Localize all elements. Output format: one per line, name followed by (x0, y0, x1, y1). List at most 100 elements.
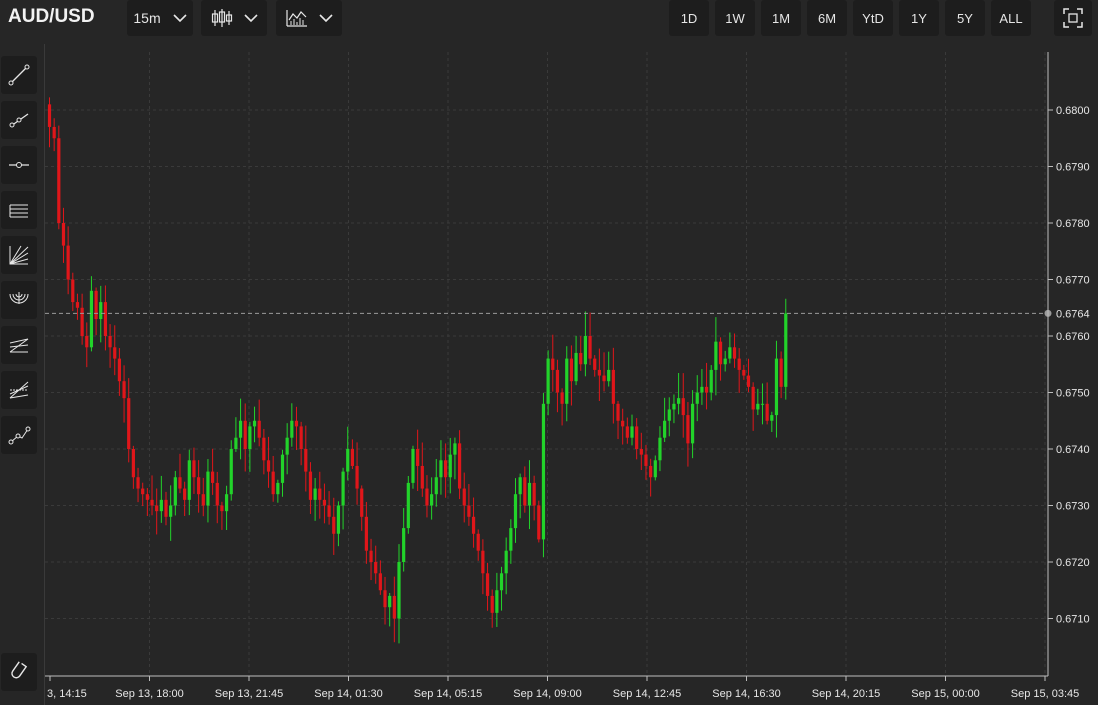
candle-body (499, 573, 504, 591)
candle-body (131, 449, 135, 478)
candle (280, 449, 285, 497)
range-1y-button[interactable]: 1Y (899, 0, 939, 36)
candle-body (336, 505, 341, 534)
candle-body (565, 358, 569, 404)
candle (551, 334, 555, 392)
candle (155, 488, 159, 535)
fullscreen-button[interactable] (1054, 0, 1092, 36)
candle (187, 449, 191, 516)
tool-parallel-channel[interactable] (1, 191, 37, 229)
candle (481, 539, 485, 595)
candle (411, 445, 415, 489)
y-tick-label: 0.6760 (1056, 331, 1090, 343)
candle (499, 566, 504, 611)
candle-body (113, 347, 117, 359)
candle (569, 345, 574, 406)
candle-body (667, 409, 671, 421)
x-tick-label: Sep 15, 03:45 (1011, 688, 1080, 700)
candle-body (537, 505, 541, 540)
tool-polyline[interactable] (1, 416, 37, 454)
candle-body (52, 126, 56, 139)
candle (266, 436, 271, 488)
candle-body (551, 358, 555, 370)
tool-fib-retracement[interactable] (1, 326, 37, 364)
price-chart[interactable]: 0.6800 0.6790 0.6780 0.6770 0.6760 0.6750 0.67… (0, 0, 1098, 705)
candle (760, 383, 765, 425)
candle (141, 482, 145, 507)
y-tick-label: 0.6790 (1056, 162, 1090, 174)
candle (495, 572, 499, 627)
chart-type-dropdown[interactable] (201, 0, 267, 36)
candle-body (420, 465, 424, 489)
candle (704, 362, 709, 410)
candle-body (187, 460, 191, 500)
magnet-button[interactable] (1, 653, 37, 691)
candle-body (653, 460, 657, 478)
tool-arc[interactable] (1, 281, 37, 319)
candle (150, 475, 154, 516)
fullscreen-icon (1063, 8, 1083, 28)
candle-body (392, 595, 396, 619)
candle-body (201, 494, 205, 506)
candle-body (388, 595, 392, 608)
tool-ray[interactable] (1, 101, 37, 139)
range-1d-button[interactable]: 1D (669, 0, 709, 36)
candle (621, 408, 625, 445)
candle (173, 470, 177, 516)
candle (248, 421, 252, 472)
tool-horizontal-line[interactable] (1, 146, 37, 184)
candle (108, 324, 112, 368)
range-6m-button[interactable]: 6M (807, 0, 847, 36)
candle (658, 426, 662, 472)
range-all-button[interactable]: ALL (991, 0, 1031, 36)
candle (164, 491, 168, 526)
candle-body (513, 494, 518, 529)
candle-body (430, 494, 434, 506)
candle-body (485, 573, 490, 596)
symbol-title: AUD/USD (8, 6, 95, 27)
candle (723, 350, 727, 372)
candle (616, 400, 620, 440)
trend-line-icon (8, 64, 30, 86)
candle-body (569, 358, 574, 382)
candle (327, 491, 331, 525)
candle (355, 442, 359, 505)
candle (779, 351, 783, 399)
candle-body (649, 465, 653, 478)
x-tick-label: Sep 14, 05:15 (414, 688, 483, 700)
candle-body (723, 358, 727, 365)
candle-body (597, 369, 601, 376)
interval-value: 15m (133, 10, 161, 26)
candle (751, 382, 755, 431)
candle-body (434, 477, 438, 495)
range-ytd-button[interactable]: YtD (853, 0, 893, 36)
candle (136, 467, 140, 503)
tool-trend-line[interactable] (1, 56, 37, 94)
candle (513, 478, 518, 543)
indicators-icon (286, 10, 307, 27)
candle-body (579, 352, 583, 365)
candle-body (416, 449, 420, 466)
candle (430, 477, 434, 520)
candle (234, 417, 238, 452)
candle-body (89, 290, 94, 348)
x-axis: 3, 14:15 Sep 13, 18:00 Sep 13, 21:45 Sep 14… (47, 676, 1079, 700)
candle (509, 519, 513, 564)
candle (677, 372, 681, 415)
range-1m-button[interactable]: 1M (761, 0, 801, 36)
interval-dropdown[interactable]: 15m (127, 0, 193, 36)
candle (649, 458, 653, 497)
candle (718, 337, 723, 381)
candle-body (71, 279, 75, 303)
tool-fan[interactable] (1, 236, 37, 274)
candle-body (322, 499, 327, 506)
candle-body (122, 381, 126, 399)
indicators-dropdown[interactable] (276, 0, 342, 36)
candle (299, 421, 303, 466)
range-1w-button[interactable]: 1W (715, 0, 755, 36)
candle (388, 592, 392, 627)
candle-body (504, 550, 508, 574)
y-tick-label: 0.6780 (1056, 218, 1090, 230)
tool-fib-extension[interactable] (1, 371, 37, 409)
range-5y-button[interactable]: 5Y (945, 0, 985, 36)
